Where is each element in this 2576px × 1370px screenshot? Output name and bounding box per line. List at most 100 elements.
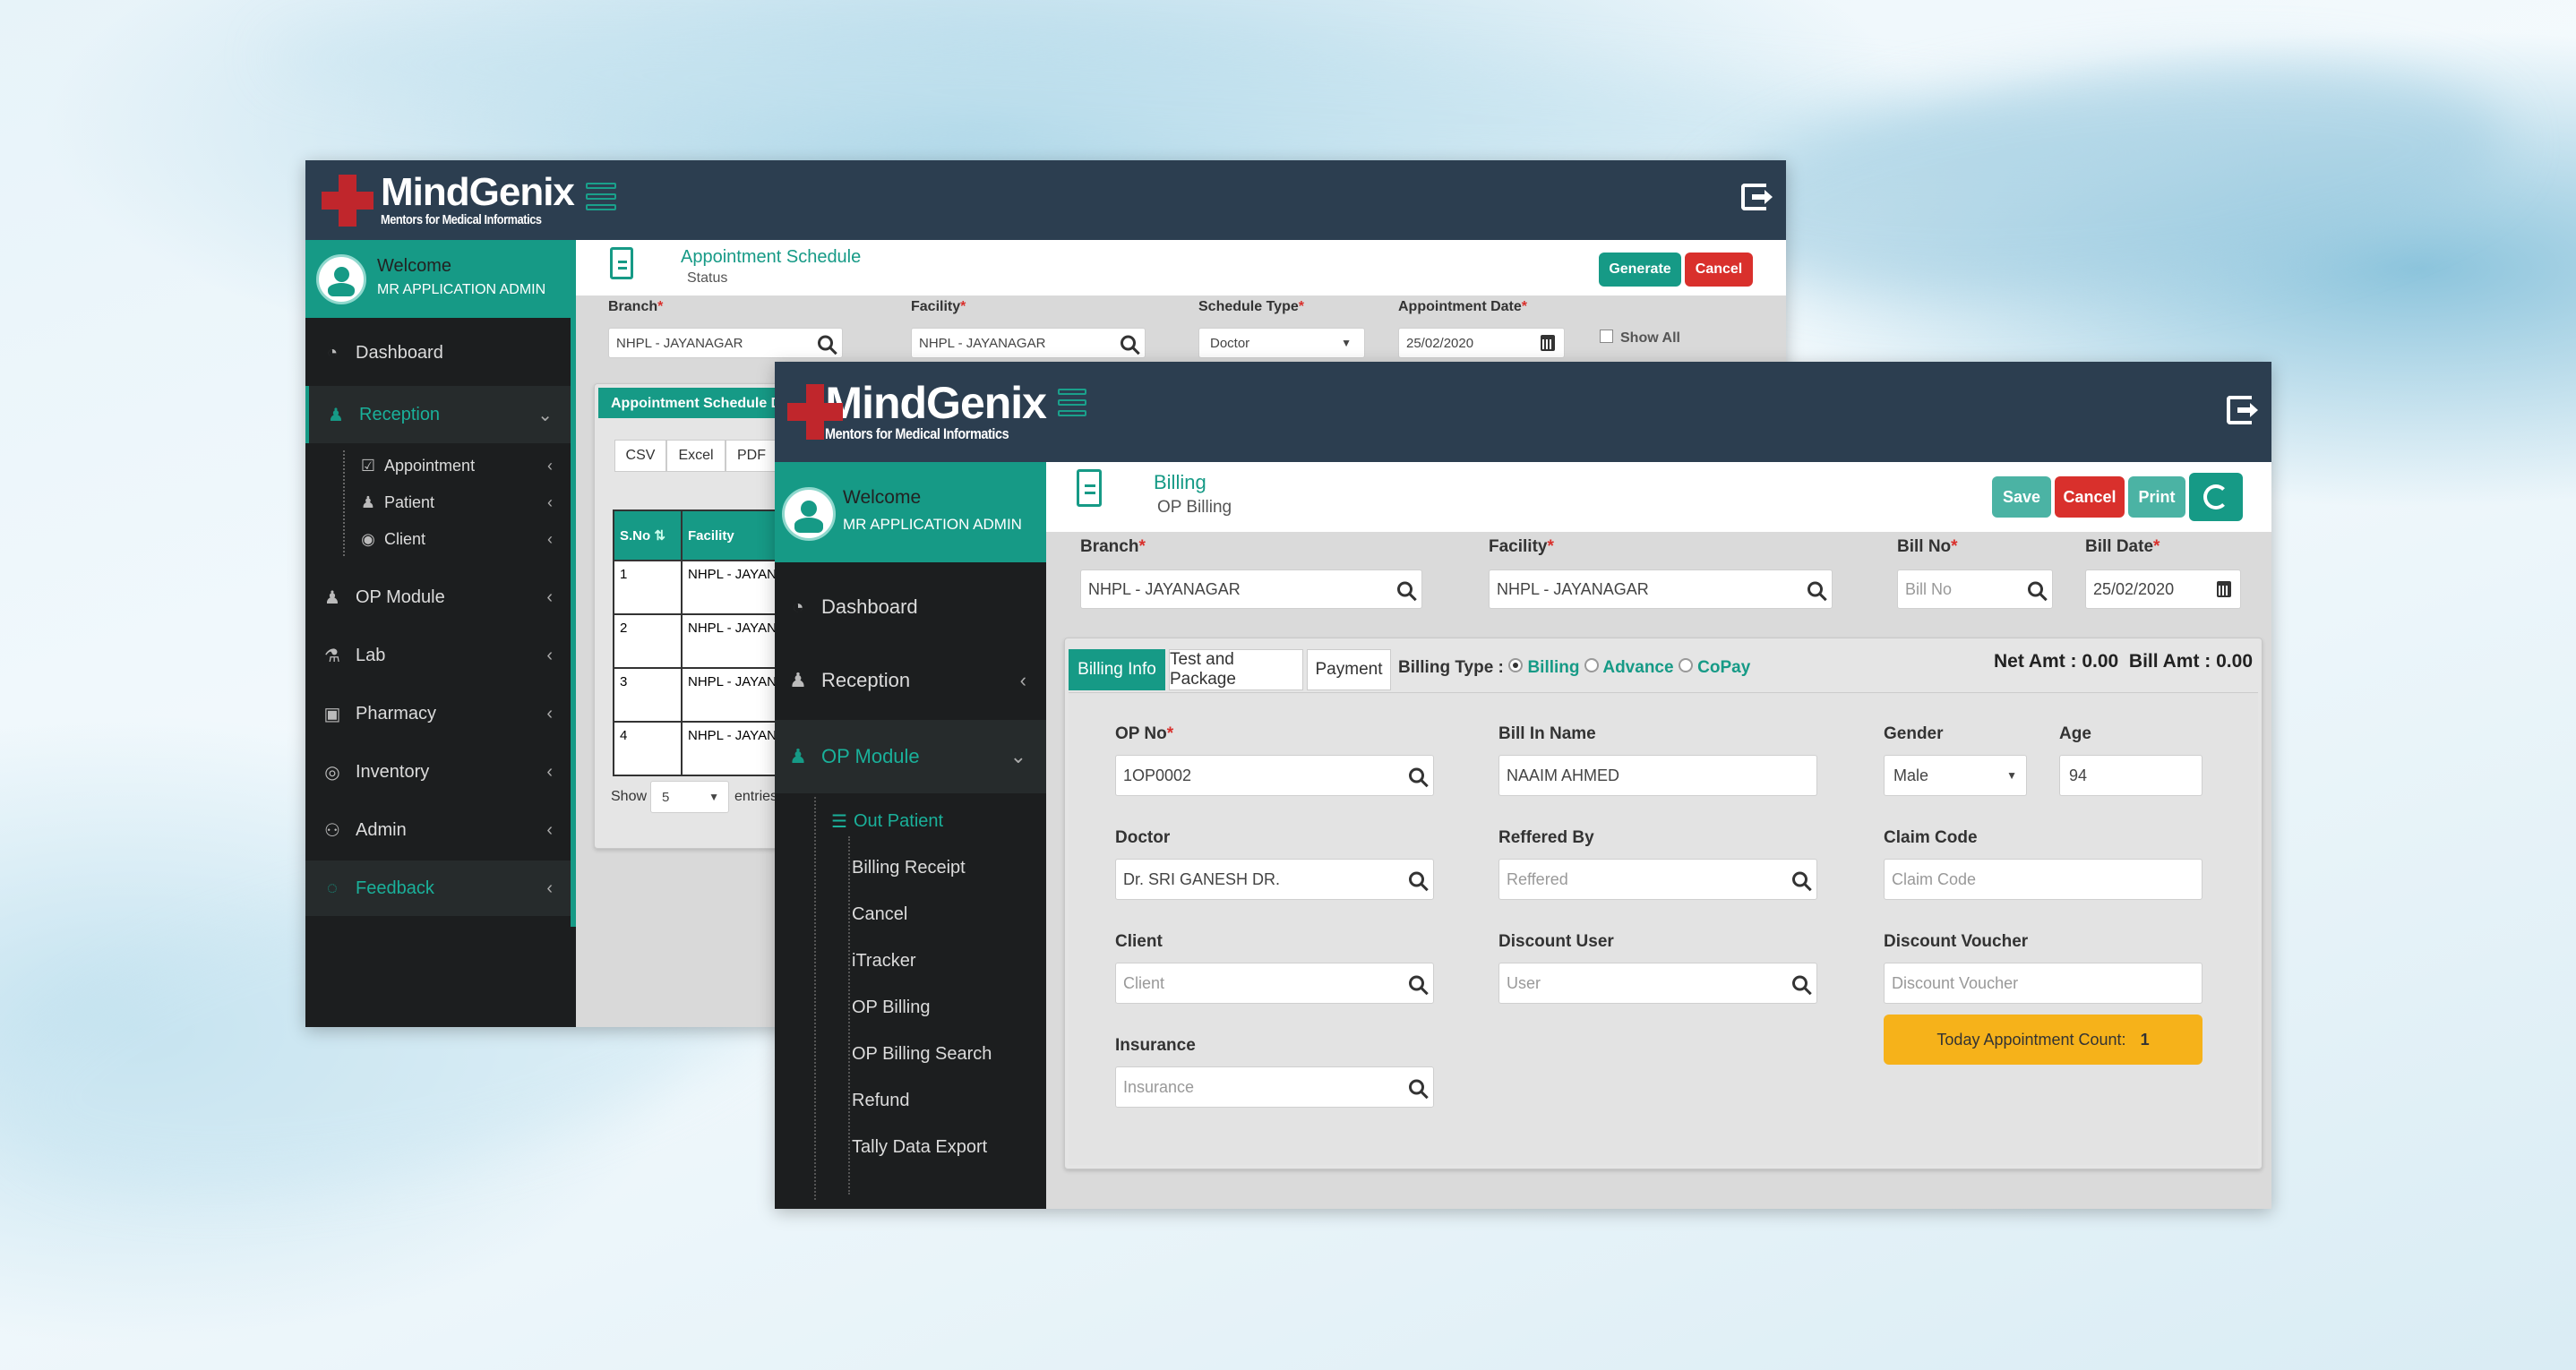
- pdf-button[interactable]: PDF: [726, 440, 777, 472]
- sidebar-item-op-module[interactable]: ♟ OP Module ⌄: [775, 720, 1046, 793]
- sidebar-item-tally-data-export[interactable]: Tally Data Export: [775, 1126, 1046, 1168]
- radio-billing[interactable]: [1508, 657, 1524, 672]
- page-subtitle: Status: [687, 270, 728, 286]
- sidebar-item-billing-receipt[interactable]: Billing Receipt: [775, 847, 1046, 888]
- sidebar: ◔ Dashboard ♟ Reception ⌄ ☑ Appointment …: [305, 318, 576, 1027]
- bill-date-field[interactable]: 25/02/2020: [2085, 569, 2241, 609]
- chevron-down-icon: ⌄: [1009, 745, 1026, 767]
- sidebar-item-dashboard[interactable]: ◔ Dashboard: [775, 578, 1046, 636]
- sidebar-item-itracker[interactable]: iTracker: [775, 940, 1046, 981]
- sidebar-item-label: Tally Data Export: [852, 1136, 988, 1157]
- sidebar-item-patient[interactable]: ♟ Patient ‹: [305, 485, 576, 519]
- excel-button[interactable]: Excel: [666, 440, 726, 472]
- bill-no-field[interactable]: Bill No: [1897, 569, 2053, 609]
- claim-code-field[interactable]: Claim Code: [1884, 859, 2202, 900]
- logout-icon[interactable]: [1741, 184, 1773, 210]
- reffered-by-field[interactable]: Reffered: [1498, 859, 1817, 900]
- brand-tagline: Mentors for Medical Informatics: [381, 212, 542, 227]
- client-field[interactable]: Client: [1115, 963, 1434, 1004]
- doctor-field[interactable]: Dr. SRI GANESH DR.: [1115, 859, 1434, 900]
- sidebar-toggle-icon[interactable]: [586, 183, 616, 210]
- chevron-left-icon: ‹: [546, 645, 553, 665]
- brand-logo: MindGenix Mentors for Medical Informatic…: [775, 362, 1047, 462]
- sidebar-item-appointment[interactable]: ☑ Appointment ‹: [305, 449, 576, 483]
- cancel-button[interactable]: Cancel: [2055, 476, 2125, 518]
- claim-code-label: Claim Code: [1884, 828, 1978, 847]
- sidebar-item-pharmacy[interactable]: ▣ Pharmacy ‹: [305, 689, 576, 739]
- tab-billing-info[interactable]: Billing Info: [1069, 649, 1165, 690]
- search-icon[interactable]: [1409, 767, 1424, 783]
- logout-icon[interactable]: [2227, 396, 2258, 424]
- search-icon[interactable]: [818, 335, 833, 351]
- sidebar-item-feedback[interactable]: ◌ Feedback ‹: [305, 861, 576, 916]
- search-icon[interactable]: [1409, 975, 1424, 991]
- radio-copay[interactable]: [1678, 657, 1693, 672]
- radio-advance[interactable]: [1584, 657, 1599, 672]
- search-icon[interactable]: [1792, 975, 1807, 991]
- sidebar-item-inventory[interactable]: ◎ Inventory ‹: [305, 747, 576, 797]
- sidebar-item-admin[interactable]: ⚇ Admin ‹: [305, 805, 576, 855]
- facility-field[interactable]: NHPL - JAYANAGAR: [1489, 569, 1833, 609]
- facility-field[interactable]: NHPL - JAYANAGAR: [911, 328, 1146, 358]
- gender-select[interactable]: Male ▼: [1884, 755, 2027, 796]
- discount-user-field[interactable]: User: [1498, 963, 1817, 1004]
- flask-icon: ⚗: [324, 646, 340, 666]
- branch-field[interactable]: NHPL - JAYANAGAR: [1080, 569, 1422, 609]
- sidebar-item-op-billing-search[interactable]: OP Billing Search: [775, 1033, 1046, 1075]
- sidebar-item-reception[interactable]: ♟ Reception ⌄: [305, 386, 576, 443]
- sidebar-item-cancel[interactable]: Cancel: [775, 894, 1046, 935]
- search-icon[interactable]: [1121, 335, 1136, 351]
- bill-in-name-field[interactable]: NAAIM AHMED: [1498, 755, 1817, 796]
- search-icon[interactable]: [1397, 581, 1413, 597]
- appointment-date-field[interactable]: 25/02/2020: [1398, 328, 1565, 358]
- generate-button[interactable]: Generate: [1599, 253, 1681, 287]
- search-icon[interactable]: [1409, 1079, 1424, 1095]
- users-icon: ⚇: [324, 820, 340, 841]
- page-size-select[interactable]: 5 ▼: [650, 781, 729, 813]
- chevron-left-icon: ‹: [1019, 669, 1026, 691]
- cancel-button[interactable]: Cancel: [1685, 253, 1753, 287]
- sidebar-item-refund[interactable]: Refund: [775, 1080, 1046, 1121]
- sidebar-toggle-icon[interactable]: [1058, 389, 1086, 416]
- print-button[interactable]: Print: [2128, 476, 2185, 518]
- entries-label: entries: [734, 789, 778, 804]
- csv-button[interactable]: CSV: [614, 440, 666, 472]
- page-header: Billing OP Billing Save Cancel Print: [1046, 462, 2271, 532]
- branch-label: Branch*: [1080, 537, 1146, 556]
- sidebar-item-label: Inventory: [356, 761, 430, 782]
- sidebar-item-reception[interactable]: ♟ Reception ‹: [775, 652, 1046, 709]
- sidebar-item-op-module[interactable]: ♟ OP Module ‹: [305, 572, 576, 622]
- appointment-count-badge[interactable]: Today Appointment Count: 1: [1884, 1015, 2202, 1065]
- calendar-icon[interactable]: [2217, 581, 2231, 597]
- op-billing-window: MindGenix Mentors for Medical Informatic…: [775, 362, 2271, 1209]
- age-field[interactable]: 94: [2059, 755, 2202, 796]
- tab-payment[interactable]: Payment: [1307, 649, 1391, 690]
- branch-field[interactable]: NHPL - JAYANAGAR: [608, 328, 843, 358]
- sidebar-item-client[interactable]: ◉ Client ‹: [305, 522, 576, 556]
- user-icon: ♟: [789, 669, 807, 691]
- save-button[interactable]: Save: [1992, 476, 2051, 518]
- sidebar-item-lab[interactable]: ⚗ Lab ‹: [305, 630, 576, 681]
- history-button[interactable]: [2189, 473, 2243, 521]
- search-icon[interactable]: [1807, 581, 1823, 597]
- calendar-icon[interactable]: [1541, 335, 1555, 351]
- discount-voucher-field[interactable]: Discount Voucher: [1884, 963, 2202, 1004]
- user-icon: ♟: [328, 405, 344, 425]
- clipboard-icon: [610, 247, 633, 279]
- op-no-field[interactable]: 1OP0002: [1115, 755, 1434, 796]
- appointment-count-value: 1: [2140, 1030, 2150, 1049]
- schedule-type-select[interactable]: Doctor ▼: [1198, 328, 1365, 358]
- user-circle-icon: ◎: [324, 762, 340, 783]
- search-icon[interactable]: [2028, 581, 2043, 597]
- insurance-field[interactable]: Insurance: [1115, 1066, 1434, 1108]
- search-icon[interactable]: [1792, 871, 1807, 887]
- table-header-sno[interactable]: S.No ⇅: [613, 509, 683, 561]
- sidebar-item-out-patient[interactable]: ☰ Out Patient: [775, 801, 1046, 842]
- search-icon[interactable]: [1409, 871, 1424, 887]
- sidebar-item-op-billing[interactable]: OP Billing: [775, 987, 1046, 1028]
- sidebar-item-dashboard[interactable]: ◔ Dashboard: [305, 330, 576, 375]
- sidebar-item-label: Refund: [852, 1090, 910, 1110]
- tab-test-and-package[interactable]: Test and Package: [1169, 649, 1303, 690]
- chevron-left-icon: ‹: [546, 819, 553, 840]
- show-all-checkbox[interactable]: [1600, 330, 1613, 343]
